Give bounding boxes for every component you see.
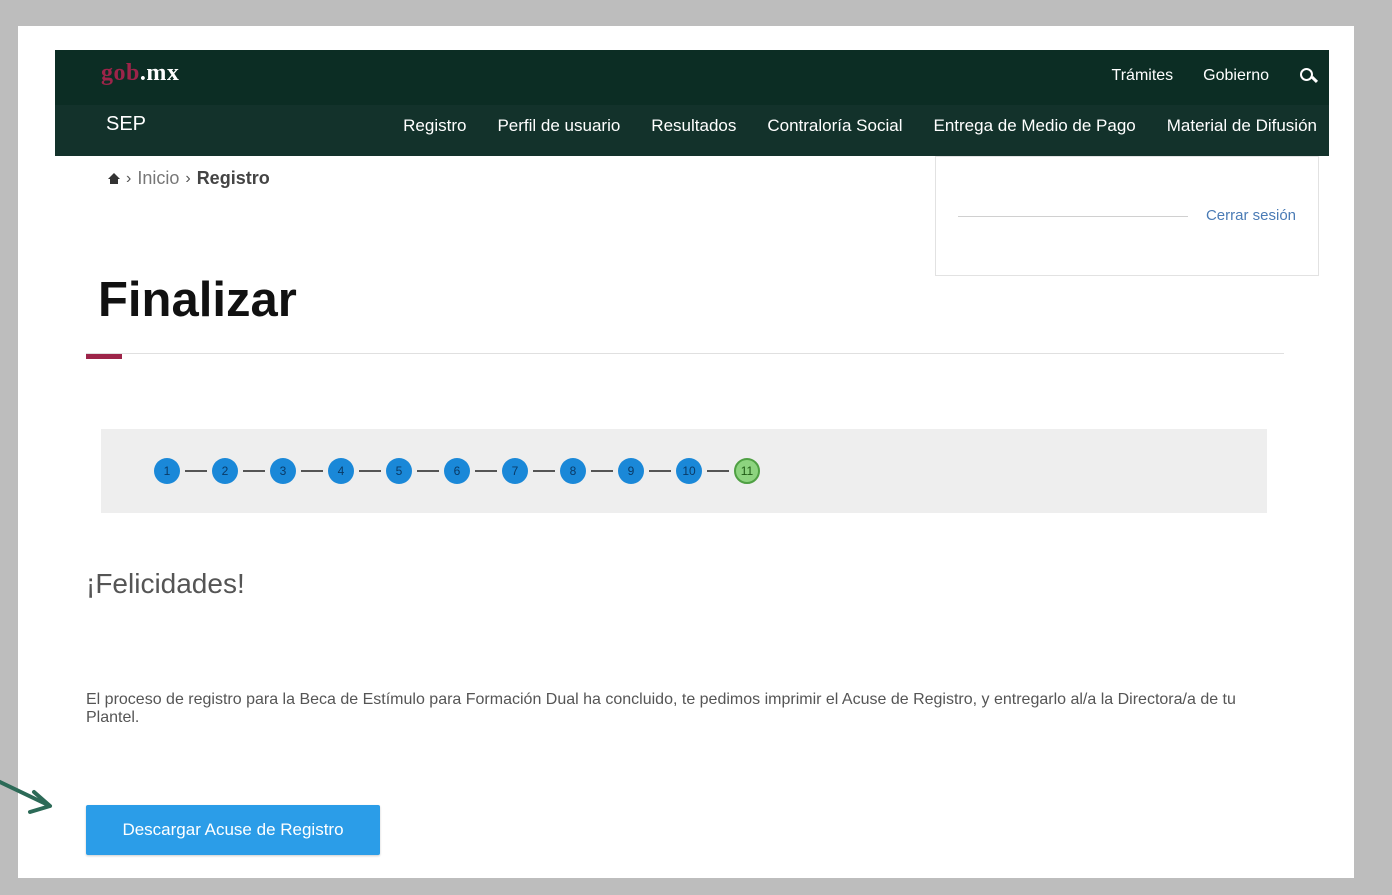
breadcrumb-current: Registro <box>196 168 270 188</box>
step-connector <box>417 470 439 472</box>
breadcrumb-separator: › <box>185 169 191 187</box>
progress-stepper: 1 2 3 4 5 6 7 8 9 10 11 <box>101 429 1267 513</box>
main-nav: Registro Perfil de usuario Resultados Co… <box>403 116 1317 136</box>
step-4: 4 <box>328 458 354 484</box>
step-connector <box>707 470 729 472</box>
download-receipt-button[interactable]: Descargar Acuse de Registro <box>86 805 380 855</box>
logout-link[interactable]: Cerrar sesión <box>1206 207 1296 224</box>
step-9: 9 <box>618 458 644 484</box>
title-accent-bar <box>86 354 122 359</box>
step-connector <box>359 470 381 472</box>
divider <box>958 216 1188 217</box>
logo-prefix: gob <box>101 60 140 86</box>
home-icon[interactable] <box>108 173 120 184</box>
completion-message: El proceso de registro para la Beca de E… <box>86 691 1236 726</box>
breadcrumb: › Inicio › Registro <box>108 168 270 189</box>
step-5: 5 <box>386 458 412 484</box>
step-11-current: 11 <box>734 458 760 484</box>
congrats-heading: ¡Felicidades! <box>86 568 245 599</box>
step-6: 6 <box>444 458 470 484</box>
breadcrumb-inicio[interactable]: Inicio <box>137 168 179 189</box>
step-1: 1 <box>154 458 180 484</box>
breadcrumb-separator: › <box>126 169 132 187</box>
step-connector <box>475 470 497 472</box>
step-connector <box>591 470 613 472</box>
header-top-row: gob.mx Trámites Gobierno <box>55 50 1329 105</box>
site-header: gob.mx Trámites Gobierno SEP Registro Pe… <box>55 50 1329 156</box>
logo-suffix: .mx <box>139 60 180 86</box>
tramites-link[interactable]: Trámites <box>1112 67 1174 85</box>
step-connector <box>533 470 555 472</box>
arrow-right-icon <box>0 780 52 814</box>
nav-entrega-medio-pago[interactable]: Entrega de Medio de Pago <box>933 116 1135 136</box>
title-divider <box>86 353 1284 354</box>
session-panel: Cerrar sesión <box>935 156 1319 276</box>
step-3: 3 <box>270 458 296 484</box>
nav-resultados[interactable]: Resultados <box>651 116 736 136</box>
nav-material-difusion[interactable]: Material de Difusión <box>1167 116 1317 136</box>
header-links: Trámites Gobierno <box>1112 67 1317 85</box>
main-nav-bar: SEP Registro Perfil de usuario Resultado… <box>55 105 1329 156</box>
nav-registro[interactable]: Registro <box>403 116 466 136</box>
nav-contraloria-social[interactable]: Contraloría Social <box>767 116 902 136</box>
gobmx-logo[interactable]: gob.mx <box>101 60 179 87</box>
step-7: 7 <box>502 458 528 484</box>
step-8: 8 <box>560 458 586 484</box>
step-list: 1 2 3 4 5 6 7 8 9 10 11 <box>154 458 760 484</box>
nav-perfil-de-usuario[interactable]: Perfil de usuario <box>497 116 620 136</box>
step-connector <box>185 470 207 472</box>
gobierno-link[interactable]: Gobierno <box>1203 67 1269 85</box>
step-connector <box>243 470 265 472</box>
step-connector <box>649 470 671 472</box>
step-10: 10 <box>676 458 702 484</box>
search-icon[interactable] <box>1299 67 1317 85</box>
step-2: 2 <box>212 458 238 484</box>
step-connector <box>301 470 323 472</box>
page-title: Finalizar <box>98 273 297 327</box>
agency-name[interactable]: SEP <box>106 113 146 136</box>
